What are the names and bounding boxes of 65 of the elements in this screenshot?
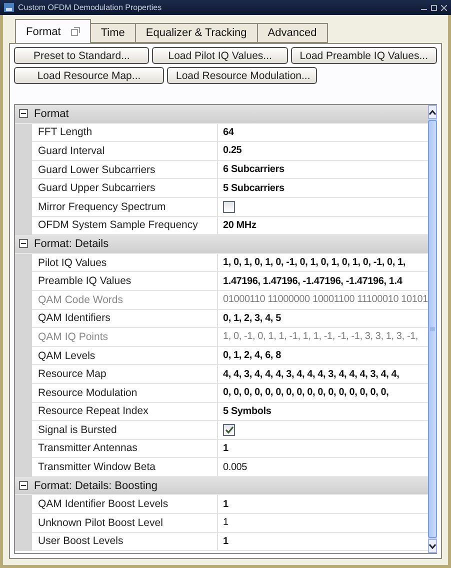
tab[interactable]: Equalizer & Tracking — [134, 23, 258, 43]
checkbox[interactable] — [223, 200, 235, 213]
property-name: User Boost Levels — [32, 532, 218, 552]
collapse-icon[interactable] — [19, 109, 28, 118]
property-name: QAM IQ Points — [32, 328, 218, 347]
property-value[interactable]: 6 Subcarriers — [223, 164, 284, 176]
collapse-icon[interactable] — [19, 239, 28, 248]
property-name: Preamble IQ Values — [32, 272, 218, 291]
property-value[interactable]: 0.005 — [223, 462, 248, 473]
row-header — [15, 124, 32, 142]
action-button[interactable]: Load Pilot IQ Values... — [152, 47, 288, 64]
property-name: QAM Identifiers — [32, 310, 218, 328]
property-value[interactable]: 5 Subcarriers — [223, 182, 284, 194]
action-button[interactable]: Load Preamble IQ Values... — [290, 47, 437, 64]
property-name: Pilot IQ Values — [32, 254, 218, 272]
tab[interactable]: Format — [15, 19, 91, 43]
property-name: Transmitter Antennas — [32, 440, 218, 458]
row-header — [15, 495, 32, 514]
property-name: QAM Identifier Boost Levels — [32, 495, 218, 514]
close-icon[interactable] — [441, 4, 447, 10]
row-header — [15, 458, 32, 477]
property-value[interactable]: 1, 0, 1, 0, 1, 0, -1, 0, 1, 0, 1, 0, 1, 0, -1, 0, 1, — [223, 257, 406, 268]
property-value[interactable]: 1.47196, 1.47196, -1.47196, -1.47196, 1.4 — [223, 276, 402, 287]
property-name: QAM Code Words — [32, 290, 218, 310]
property-value[interactable]: 0, 1, 2, 4, 6, 8 — [223, 350, 281, 362]
property-name: Mirror Frequency Spectrum — [32, 198, 218, 217]
property-name: Signal is Bursted — [32, 421, 218, 440]
action-button[interactable]: Preset to Standard... — [14, 47, 150, 64]
category-title: Format: Details: Boosting — [34, 480, 158, 492]
property-value[interactable]: 20 MHz — [223, 220, 256, 231]
property-name: Guard Interval — [32, 142, 218, 161]
row-header — [15, 254, 32, 272]
property-value[interactable]: 1 — [223, 442, 228, 454]
detach-icon[interactable] — [70, 27, 80, 36]
property-value[interactable]: 0, 1, 2, 3, 4, 5 — [223, 312, 281, 324]
scroll-down-icon[interactable] — [428, 539, 437, 553]
maximize-icon[interactable] — [431, 4, 437, 10]
property-name: Resource Repeat Index — [32, 402, 218, 422]
property-name: Guard Lower Subcarriers — [32, 160, 218, 180]
property-value[interactable]: 5 Symbols — [223, 406, 272, 417]
app-icon — [4, 3, 14, 12]
property-value[interactable]: 0, 0, 0, 0, 0, 0, 0, 0, 0, 0, 0, 0, 0, 0, 0, 0, — [223, 387, 389, 398]
property-value[interactable]: 4, 4, 3, 4, 4, 4, 3, 4, 4, 4, 3, 4, 4, 4, 3, 4, 4, — [223, 368, 400, 380]
property-name: Resource Map — [32, 365, 218, 384]
property-value[interactable]: 1 — [223, 536, 228, 547]
property-name: Unknown Pilot Boost Level — [32, 514, 218, 533]
property-name: QAM Levels — [32, 346, 218, 366]
action-button[interactable]: Load Resource Map... — [14, 67, 164, 84]
checkbox[interactable] — [223, 424, 235, 436]
tab[interactable]: Advanced — [256, 23, 328, 43]
window-title: Custom OFDM Demodulation Properties — [18, 3, 163, 12]
property-value[interactable]: 64 — [223, 126, 234, 138]
property-name: FFT Length — [32, 124, 218, 142]
row-header — [15, 216, 32, 236]
collapse-icon[interactable] — [19, 481, 28, 490]
property-value[interactable]: 1 — [223, 517, 228, 528]
property-value[interactable]: 0.25 — [223, 145, 242, 156]
action-button[interactable]: Load Resource Modulation... — [167, 67, 317, 84]
category-title: Format — [34, 108, 69, 120]
row-header — [15, 532, 32, 552]
category-title: Format: Details — [34, 238, 109, 250]
property-value[interactable]: 1 — [223, 498, 228, 510]
property-name: Guard Upper Subcarriers — [32, 179, 218, 198]
property-name: Resource Modulation — [32, 384, 218, 402]
tab[interactable]: Time — [90, 23, 136, 43]
